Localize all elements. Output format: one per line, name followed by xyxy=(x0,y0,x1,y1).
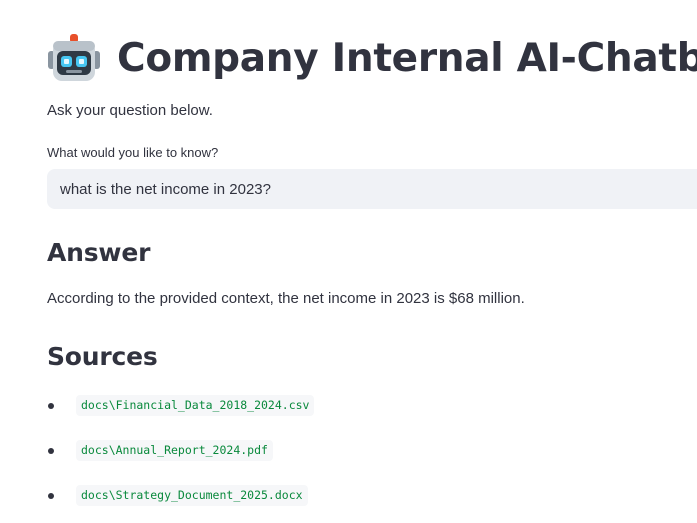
sources-list: docs\Financial_Data_2018_2024.csv docs\A… xyxy=(47,392,315,523)
page-subtitle: Ask your question below. xyxy=(47,102,213,119)
bullet xyxy=(48,448,54,454)
source-item: docs\Annual_Report_2024.pdf xyxy=(47,437,314,482)
source-path: docs\Annual_Report_2024.pdf xyxy=(76,440,273,461)
source-path: docs\Financial_Data_2018_2024.csv xyxy=(76,395,315,416)
question-input[interactable] xyxy=(47,169,697,209)
question-label: What would you like to know? xyxy=(47,145,219,160)
sources-heading: Sources xyxy=(47,342,158,371)
bullet xyxy=(48,403,54,409)
source-item: docs\Financial_Data_2018_2024.csv xyxy=(47,392,315,437)
bullet xyxy=(48,493,54,499)
source-item: docs\Strategy_Document_2025.docx xyxy=(47,482,314,523)
source-path: docs\Strategy_Document_2025.docx xyxy=(76,485,308,506)
answer-heading: Answer xyxy=(47,238,151,267)
answer-text: According to the provided context, the n… xyxy=(47,290,525,307)
page-title: Company Internal AI-Chatbot xyxy=(117,35,697,81)
robot-icon xyxy=(48,34,100,81)
page-header: Company Internal AI-Chatbot xyxy=(47,29,697,87)
app-page: Company Internal AI-Chatbot Ask your que… xyxy=(0,0,697,523)
